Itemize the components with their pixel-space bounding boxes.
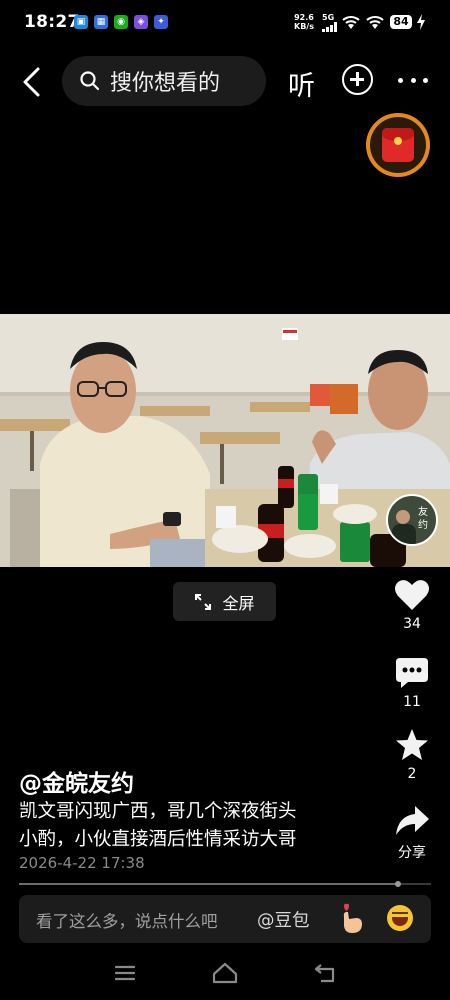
more-dot-icon	[410, 77, 416, 83]
listen-button[interactable]: 听	[288, 64, 315, 103]
red-packet-icon[interactable]	[366, 113, 430, 177]
video-progress-bar[interactable]	[19, 881, 431, 887]
status-time: 18:27	[24, 12, 80, 32]
share-button[interactable]: 分享	[386, 804, 438, 862]
more-dot-icon	[423, 77, 428, 83]
app-notification-icon: ▦	[94, 15, 108, 29]
wechat-icon: ◉	[114, 15, 128, 29]
charging-icon	[417, 14, 425, 30]
back-icon[interactable]	[313, 963, 337, 983]
author-avatar[interactable]: 友约	[386, 494, 438, 546]
author-handle[interactable]: @金皖友约	[19, 764, 134, 798]
more-options-button[interactable]	[398, 70, 428, 90]
notification-icons: ▣ ▦ ◉ ◈ ✦	[74, 15, 168, 29]
favorite-button[interactable]: 2	[386, 728, 438, 782]
like-button[interactable]: 34	[386, 578, 438, 632]
signal-bars-icon	[322, 22, 337, 32]
more-dot-icon	[398, 77, 403, 83]
search-icon	[80, 71, 100, 91]
app-notification-icon: ✦	[154, 15, 168, 29]
comment-button[interactable]: 11	[386, 656, 438, 710]
network-type: 5G	[322, 13, 335, 22]
comment-input[interactable]: 看了这么多，说点什么吧 @豆包	[19, 895, 431, 943]
home-icon[interactable]	[212, 962, 238, 984]
expand-icon	[195, 593, 212, 610]
progress-handle[interactable]	[395, 881, 402, 887]
add-button[interactable]	[342, 64, 373, 95]
mention-doubao-button[interactable]: @豆包	[257, 907, 310, 932]
video-frame-image	[0, 314, 450, 567]
wifi-icon	[366, 16, 384, 29]
like-count: 34	[403, 616, 421, 632]
post-caption: 凯文哥闪现广西，哥几个深夜街头 小酌，小伙直接酒后性情采访大哥	[19, 798, 369, 854]
finger-heart-emoji-icon[interactable]	[337, 903, 367, 935]
battery-level: 84	[390, 15, 412, 29]
comment-placeholder: 看了这么多，说点什么吧	[36, 912, 218, 931]
status-bar: 18:27 ▣ ▦ ◉ ◈ ✦ 92.6 KB/s 5G 84	[0, 0, 450, 46]
wifi-icon	[342, 16, 360, 29]
fullscreen-button[interactable]: 全屏	[173, 582, 276, 621]
avatar-body	[392, 524, 416, 544]
progress-fill	[19, 883, 399, 885]
video-player[interactable]	[0, 314, 450, 567]
app-notification-icon: ▣	[74, 15, 88, 29]
menu-icon[interactable]	[114, 964, 136, 982]
caption-line: 凯文哥闪现广西，哥几个深夜街头	[19, 801, 297, 822]
caption-line: 小酌，小伙直接酒后性情采访大哥	[19, 829, 297, 850]
system-navigation-bar	[0, 950, 450, 1000]
laugh-emoji-icon[interactable]	[387, 905, 413, 931]
red-envelope-coin	[394, 137, 402, 145]
network-speed-unit: KB/s	[294, 22, 314, 31]
heart-icon	[395, 580, 429, 610]
avatar-face	[396, 510, 410, 524]
app-notification-icon: ◈	[134, 15, 148, 29]
fullscreen-label: 全屏	[222, 593, 255, 613]
network-speed: 92.6 KB/s	[294, 13, 314, 31]
share-label: 分享	[398, 845, 426, 861]
post-date: 2026-4-22 17:38	[19, 854, 145, 872]
comment-icon	[396, 658, 428, 688]
star-icon	[396, 729, 428, 760]
comment-count: 11	[403, 694, 421, 710]
search-box[interactable]: 搜你想看的	[62, 56, 266, 106]
network-speed-value: 92.6	[294, 13, 314, 22]
back-arrow-icon[interactable]	[18, 66, 48, 98]
search-placeholder: 搜你想看的	[110, 71, 221, 96]
share-arrow-icon	[396, 806, 429, 835]
top-navigation: 搜你想看的 听	[0, 56, 450, 108]
favorite-count: 2	[407, 766, 417, 782]
avatar-text: 友约	[418, 507, 428, 531]
